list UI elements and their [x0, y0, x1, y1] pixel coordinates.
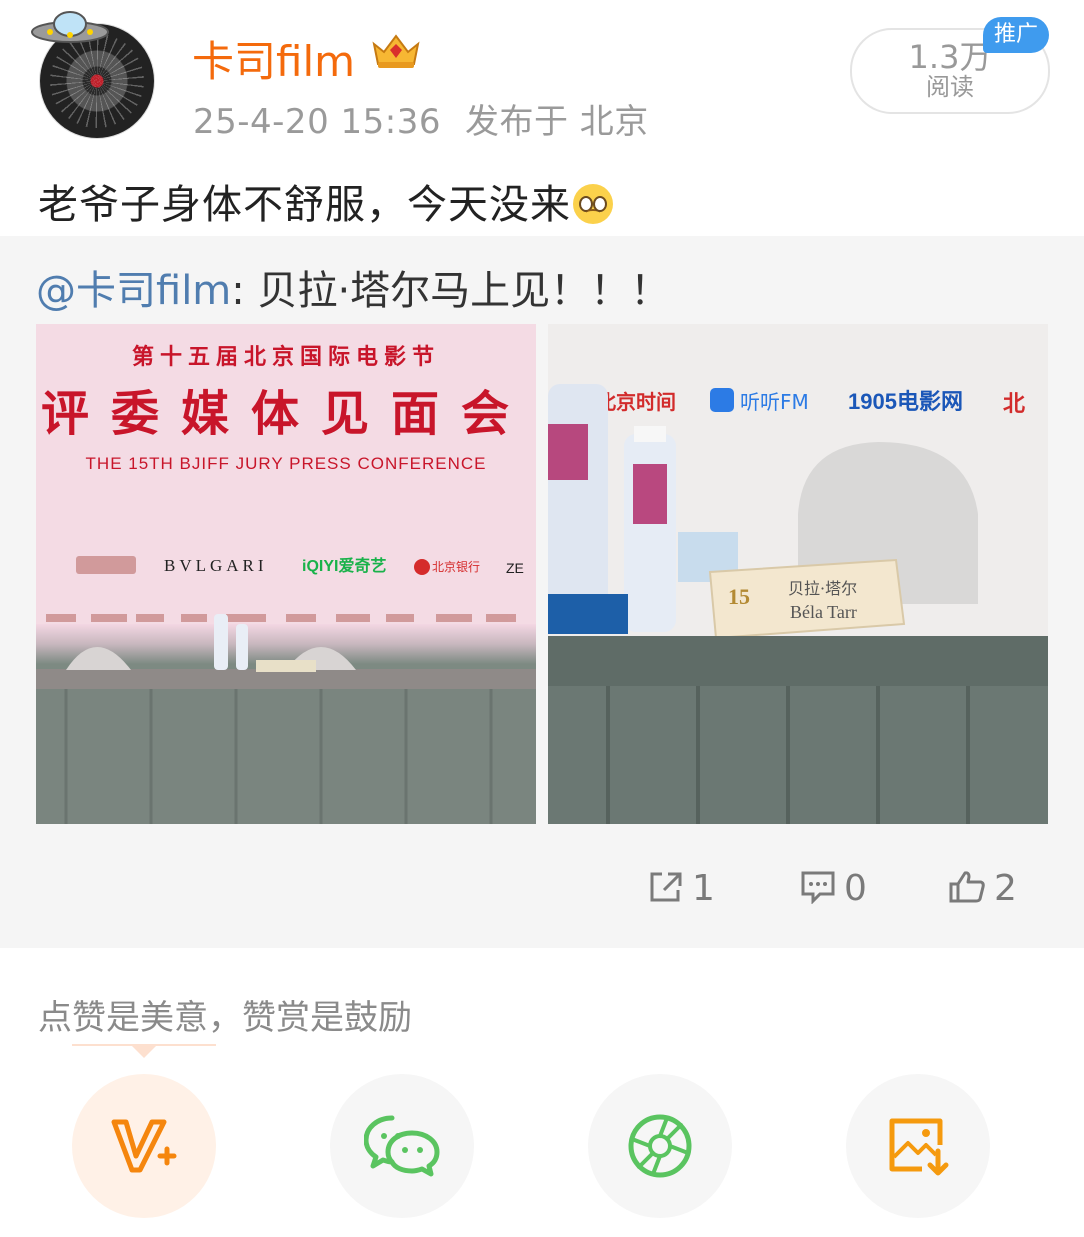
ufo-avatar-icon	[31, 11, 109, 43]
press-conference-backdrop: 第十五届北京国际电影节 评委媒体见面会 THE 15TH BJIFF JURY …	[36, 324, 536, 824]
post-date: 25-4-20 15:36	[193, 102, 441, 142]
repost-photo-2[interactable]: 北京时间 听听FM 1905电影网 北 15 贝拉·塔尔 Béla Tarr	[548, 324, 1048, 824]
wechat-icon	[364, 1115, 440, 1177]
read-count-label: 阅读	[926, 73, 974, 101]
sponsor-bank: 北京银行	[432, 560, 480, 574]
repost-card[interactable]: @卡司film: 贝拉·塔尔马上见！！！ 第十五届北京国际电影节 评委媒体见面会…	[0, 236, 1084, 948]
moments-share-button[interactable]	[588, 1074, 732, 1218]
sponsor-iqiyi: iQIYI爱奇艺	[302, 556, 386, 575]
sponsor-ze: ZE	[506, 560, 524, 576]
conference-headline-en: THE 15TH BJIFF JURY PRESS CONFERENCE	[86, 454, 487, 473]
v-plus-icon	[111, 1119, 177, 1173]
thumbs-up-icon	[949, 871, 985, 903]
share-count: 1	[692, 868, 715, 909]
pleading-face-emoji	[573, 184, 613, 224]
share-action[interactable]: 1	[648, 868, 715, 909]
repost-photo-1[interactable]: 第十五届北京国际电影节 评委媒体见面会 THE 15TH BJIFF JURY …	[36, 324, 536, 824]
post-text: 老爷子身体不舒服，今天没来	[38, 182, 571, 228]
wechat-share-button[interactable]	[330, 1074, 474, 1218]
reward-prompt: 点赞是美意，赞赏是鼓励	[38, 998, 412, 1038]
reward-caret	[132, 1046, 156, 1058]
like-action[interactable]: 2	[948, 868, 1017, 909]
sponsor-north: 北	[1003, 392, 1025, 417]
comment-count: 0	[844, 868, 867, 909]
share-icon	[650, 872, 682, 902]
save-image-button[interactable]	[846, 1074, 990, 1218]
post-meta: 25-4-20 15:36 发布于 北京	[193, 94, 649, 143]
nameplate-table-scene: 北京时间 听听FM 1905电影网 北 15 贝拉·塔尔 Béla Tarr	[548, 324, 1048, 824]
conference-headline: 评委媒体见面会	[41, 386, 531, 442]
nameplate-number: 15	[728, 584, 750, 609]
sponsor-tingting: 听听FM	[740, 390, 809, 414]
moments-icon	[628, 1114, 692, 1178]
v-plus-button[interactable]	[72, 1074, 216, 1218]
festival-title: 第十五届北京国际电影节	[132, 344, 440, 370]
comment-icon	[801, 871, 835, 905]
sponsor-bvlgari: BVLGARI	[164, 556, 268, 575]
sponsor-1905: 1905电影网	[848, 389, 963, 414]
comment-action[interactable]: 0	[800, 868, 867, 909]
like-count: 2	[994, 868, 1017, 909]
nameplate-name-cn: 贝拉·塔尔	[788, 579, 857, 598]
author-avatar[interactable]	[30, 4, 160, 144]
post-body: 老爷子身体不舒服，今天没来	[38, 172, 613, 230]
crown-badge-icon[interactable]	[370, 32, 422, 70]
mention-link[interactable]: @卡司film	[36, 268, 231, 314]
post-location: 发布于 北京	[465, 102, 649, 142]
repost-body: @卡司film: 贝拉·塔尔马上见！！！	[36, 258, 670, 316]
repost-text: : 贝拉·塔尔马上见！！！	[231, 268, 671, 314]
nameplate-name-en: Béla Tarr	[790, 602, 857, 622]
author-name[interactable]: 卡司film	[192, 28, 355, 89]
save-image-icon	[889, 1118, 949, 1176]
promote-badge[interactable]: 推广	[983, 17, 1049, 53]
post-header: 卡司film 25-4-20 15:36 发布于 北京 1.3万 阅读 推广	[0, 0, 1084, 160]
